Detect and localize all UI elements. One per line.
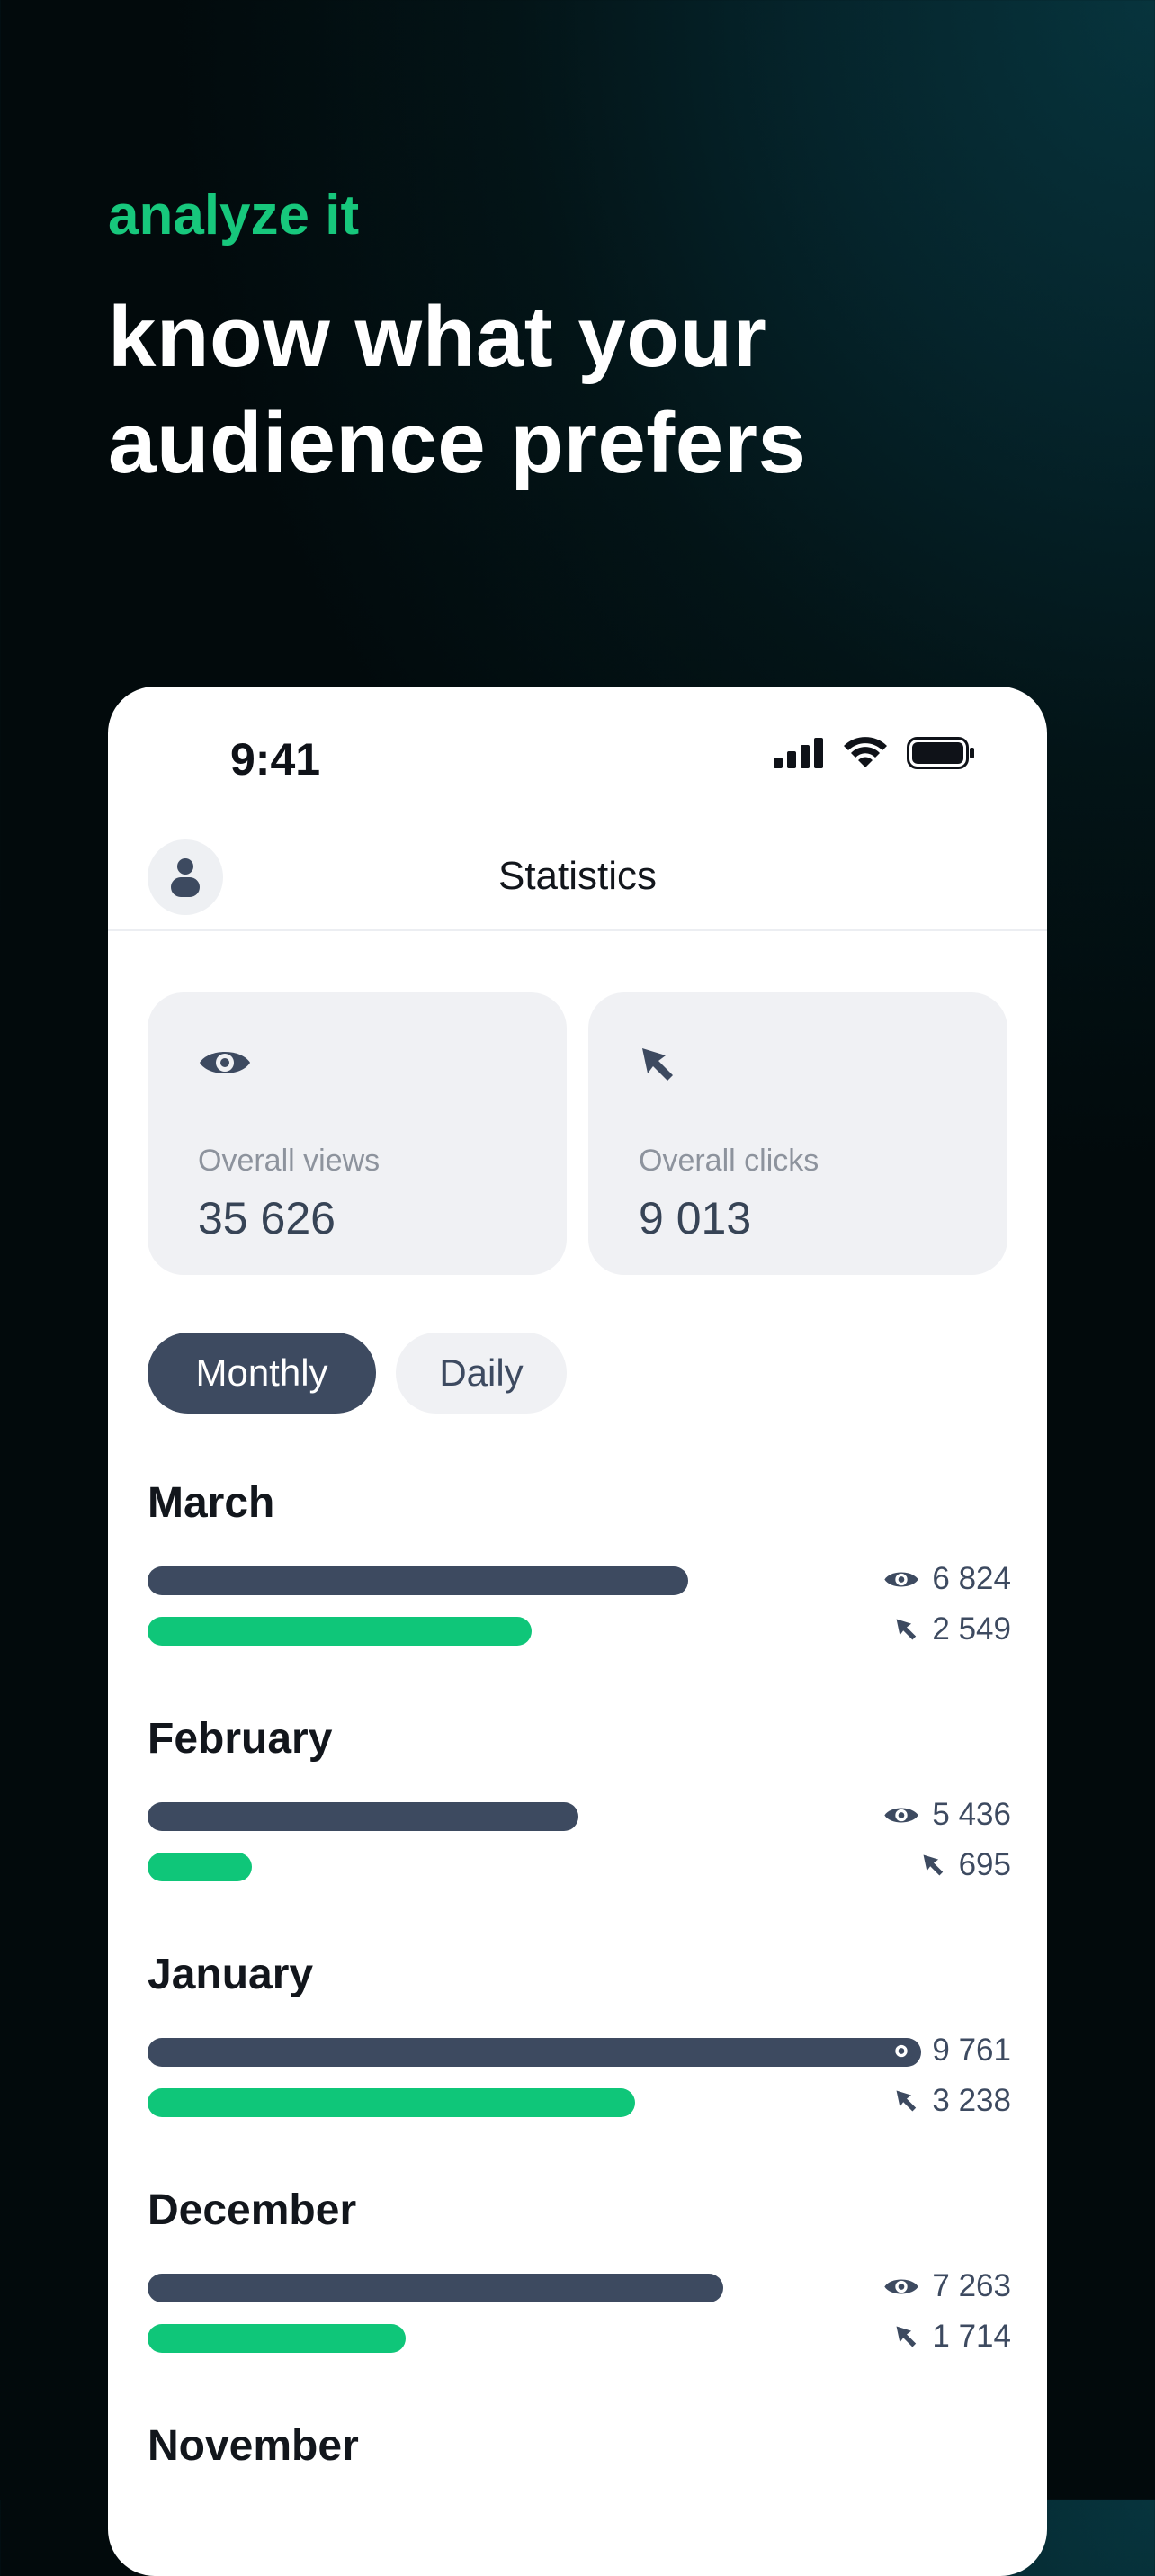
overall-views-value: 35 626 <box>198 1193 336 1243</box>
month-row: January 9 761 3 238 <box>148 1950 1011 2186</box>
hero-headline: analyze it know what your audience prefe… <box>108 180 806 497</box>
cursor-icon <box>921 1853 946 1878</box>
eye-icon <box>883 2275 919 2299</box>
tab-daily[interactable]: Daily <box>396 1333 567 1414</box>
month-row: March 6 824 2 549 <box>148 1478 1011 1714</box>
views-bar <box>148 2038 921 2067</box>
hero-title-line-2: audience prefers <box>108 395 807 491</box>
phone-screen: 9:41 Statistics Overall views 35 626 Ove… <box>108 687 1047 2576</box>
status-time: 9:41 <box>230 734 321 785</box>
hero-eyebrow: analyze it <box>108 184 360 247</box>
month-name: November <box>148 2422 359 2470</box>
overall-clicks-card: Overall clicks 9 013 <box>588 992 1007 1275</box>
views-value: 9 761 <box>932 2033 1011 2068</box>
eye-icon <box>883 1567 919 1592</box>
month-name: March <box>148 1479 275 1527</box>
views-value: 6 824 <box>932 1561 1011 1596</box>
wifi-icon <box>844 737 887 767</box>
clicks-bar <box>148 2088 635 2117</box>
page-title: Statistics <box>497 854 658 898</box>
month-row: November <box>148 2421 1011 2576</box>
clicks-metric: 695 <box>921 1847 1011 1883</box>
views-value: 7 263 <box>932 2268 1011 2303</box>
month-name: December <box>148 2186 357 2234</box>
month-row: December 7 263 1 714 <box>148 2186 1011 2421</box>
cursor-icon <box>894 2324 919 2349</box>
month-row: February 5 436 695 <box>148 1714 1011 1950</box>
clicks-value: 2 549 <box>932 1611 1011 1647</box>
views-metric: 6 824 <box>883 1561 1011 1597</box>
eye-icon <box>883 2039 919 2063</box>
app-bar: Statistics <box>108 821 1047 931</box>
clicks-value: 695 <box>958 1847 1011 1882</box>
clicks-value: 1 714 <box>932 2319 1011 2354</box>
views-metric: 9 761 <box>883 2033 1011 2069</box>
clicks-metric: 2 549 <box>894 1611 1011 1647</box>
hero-title: know what your audience prefers <box>108 284 806 497</box>
month-name: February <box>148 1715 333 1763</box>
clicks-value: 3 238 <box>932 2083 1011 2118</box>
month-name: January <box>148 1951 314 1998</box>
clicks-bar <box>148 1617 532 1646</box>
hero-title-line-1: know what your <box>108 289 767 385</box>
cursor-icon <box>642 1048 673 1081</box>
eye-icon <box>200 1052 250 1073</box>
cursor-icon <box>894 2088 919 2114</box>
overall-views-card: Overall views 35 626 <box>148 992 567 1275</box>
clicks-metric: 3 238 <box>894 2083 1011 2119</box>
views-bar <box>148 2274 723 2302</box>
overall-clicks-value: 9 013 <box>639 1193 752 1243</box>
views-bar <box>148 1566 688 1595</box>
overall-clicks-label: Overall clicks <box>639 1144 819 1178</box>
clicks-bar <box>148 1853 252 1881</box>
signal-icon <box>774 738 823 768</box>
cursor-icon <box>894 1617 919 1642</box>
views-bar <box>148 1802 578 1831</box>
tab-monthly[interactable]: Monthly <box>148 1333 376 1414</box>
eye-icon <box>883 1803 919 1827</box>
views-metric: 7 263 <box>883 2268 1011 2304</box>
status-bar: 9:41 <box>108 687 1047 830</box>
status-icons <box>774 737 975 769</box>
views-metric: 5 436 <box>883 1797 1011 1833</box>
clicks-metric: 1 714 <box>894 2319 1011 2355</box>
overall-views-label: Overall views <box>198 1144 381 1178</box>
views-value: 5 436 <box>932 1797 1011 1832</box>
battery-icon <box>907 737 974 769</box>
clicks-bar <box>148 2324 406 2353</box>
